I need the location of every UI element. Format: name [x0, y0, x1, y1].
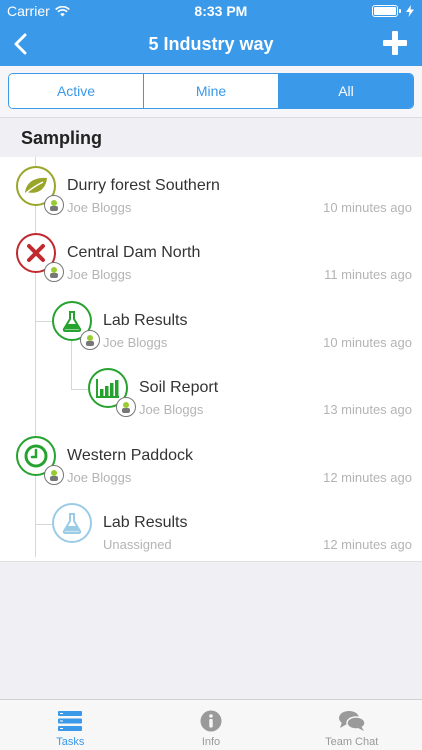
info-icon [200, 710, 222, 732]
task-list: Durry forest Southern Joe Bloggs 10 minu… [0, 157, 422, 562]
task-time: 12 minutes ago [323, 470, 412, 485]
task-time: 13 minutes ago [323, 402, 412, 417]
task-row[interactable]: Central Dam North Joe Bloggs 11 minutes … [0, 224, 422, 291]
filter-bar: Active Mine All [0, 66, 422, 118]
segment-all[interactable]: All [279, 74, 413, 108]
task-title: Soil Report [139, 379, 219, 396]
back-chevron-icon[interactable] [10, 32, 34, 56]
status-bar: Carrier 8:33 PM [0, 0, 422, 22]
assignee-avatar [44, 195, 64, 215]
task-row[interactable]: Lab Results Joe Bloggs 10 minutes ago [0, 292, 422, 359]
tab-tasks[interactable]: Tasks [0, 700, 141, 750]
task-assignee: Joe Bloggs [103, 335, 168, 350]
task-title: Lab Results [103, 312, 188, 329]
x-mark-icon [27, 244, 45, 262]
tab-team-chat[interactable]: Team Chat [281, 700, 422, 750]
segment-mine[interactable]: Mine [144, 74, 279, 108]
segment-active[interactable]: Active [9, 74, 144, 108]
task-assignee: Joe Bloggs [139, 402, 204, 417]
task-title: Durry forest Southern [67, 177, 220, 194]
bar-chart-icon [96, 379, 119, 398]
charging-bolt-icon [405, 5, 414, 17]
task-assignee: Joe Bloggs [67, 267, 132, 282]
status-time: 8:33 PM [194, 3, 248, 19]
assignee-avatar [116, 397, 136, 417]
nav-row: 5 Industry way [0, 22, 422, 66]
task-status-circle [52, 503, 92, 543]
clock-icon [24, 444, 48, 468]
task-row[interactable]: Western Paddock Joe Bloggs 12 minutes ag… [0, 427, 422, 494]
tab-bar: Tasks Info Team Chat [0, 699, 422, 750]
task-time: 10 minutes ago [323, 335, 412, 350]
assignee-avatar [44, 465, 64, 485]
task-title: Western Paddock [67, 447, 193, 464]
task-row[interactable]: Lab Results Unassigned 12 minutes ago [0, 494, 422, 561]
task-assignee: Joe Bloggs [67, 200, 132, 215]
flask-icon [62, 311, 82, 332]
filter-segmented-control: Active Mine All [8, 73, 414, 109]
task-time: 11 minutes ago [324, 267, 412, 282]
page-title: 5 Industry way [148, 33, 274, 54]
task-title: Lab Results [103, 514, 188, 531]
tab-tasks-label: Tasks [56, 736, 85, 748]
tasks-icon [58, 711, 83, 731]
task-assignee: Unassigned [103, 537, 172, 552]
wifi-icon [54, 5, 70, 16]
task-row[interactable]: Durry forest Southern Joe Bloggs 10 minu… [0, 157, 422, 224]
navigation-bar: Carrier 8:33 PM 5 Industry way [0, 0, 422, 66]
task-title: Central Dam North [67, 244, 201, 261]
assignee-avatar [80, 330, 100, 350]
tab-team-chat-label: Team Chat [325, 736, 379, 748]
tab-info-label: Info [201, 736, 221, 748]
section-header: Sampling [0, 118, 422, 158]
tab-info[interactable]: Info [141, 700, 282, 750]
leaf-icon [25, 177, 47, 194]
task-time: 12 minutes ago [323, 537, 412, 552]
task-assignee: Joe Bloggs [67, 470, 132, 485]
task-row[interactable]: Soil Report Joe Bloggs 13 minutes ago [0, 359, 422, 426]
task-time: 10 minutes ago [323, 200, 412, 215]
add-plus-icon[interactable] [382, 30, 408, 56]
carrier-label: Carrier [7, 3, 50, 19]
assignee-avatar [44, 262, 64, 282]
flask-icon [62, 513, 82, 534]
battery-icon [371, 5, 401, 17]
chat-icon [338, 711, 366, 731]
